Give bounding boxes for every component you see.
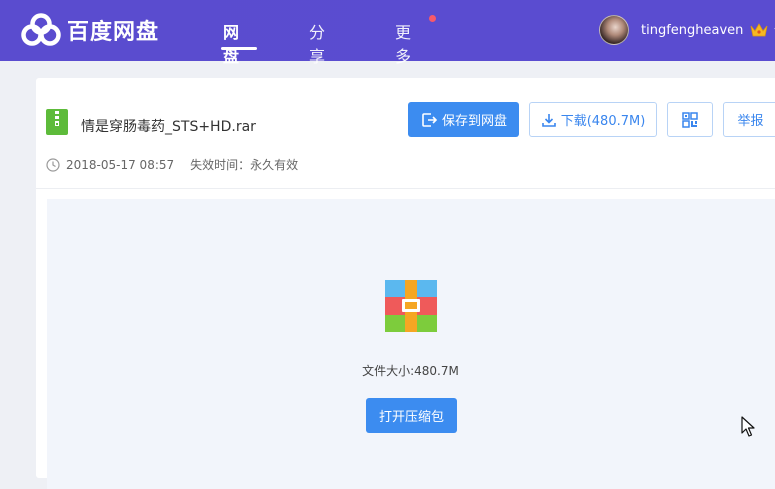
username[interactable]: tingfengheaven xyxy=(641,23,743,38)
clock-icon xyxy=(46,157,60,172)
save-to-netdisk-button[interactable]: 保存到网盘 xyxy=(408,102,519,137)
cloud-logo-icon xyxy=(21,13,61,46)
share-file-card: 情是穿肠毒药_STS+HD.rar 2018-05-17 08:57 失效时间：… xyxy=(36,78,775,489)
active-nav-indicator xyxy=(221,47,257,50)
download-button-label: 下载(480.7M) xyxy=(560,114,646,129)
nav-item-more[interactable]: 更多 xyxy=(395,19,411,67)
divider xyxy=(36,188,775,189)
mouse-cursor-icon xyxy=(741,416,755,437)
zip-file-icon xyxy=(46,109,68,135)
file-name: 情是穿肠毒药_STS+HD.rar xyxy=(81,119,256,135)
download-button[interactable]: 下载(480.7M) xyxy=(529,102,657,137)
qr-code-button[interactable] xyxy=(667,102,713,137)
qr-code-icon xyxy=(682,111,698,128)
report-button-label: 举报 xyxy=(737,114,764,129)
expire-time: 失效时间：永久有效 xyxy=(190,158,299,172)
avatar[interactable] xyxy=(599,15,629,45)
save-button-label: 保存到网盘 xyxy=(441,114,507,129)
save-icon xyxy=(422,112,438,127)
top-navigation-bar: 百度网盘 网盘 分享 更多 tingfengheaven xyxy=(0,0,775,66)
download-icon xyxy=(541,113,556,127)
nav-item-netdisk[interactable]: 网盘 xyxy=(223,19,239,67)
logo-text: 百度网盘 xyxy=(67,20,160,45)
archive-package-icon xyxy=(385,280,437,332)
open-archive-button[interactable]: 打开压缩包 xyxy=(366,398,457,433)
vip-crown-icon xyxy=(751,23,768,37)
file-preview-area: 文件大小:480.7M 打开压缩包 xyxy=(47,199,775,489)
report-button[interactable]: 举报 xyxy=(723,102,775,137)
nav-item-share[interactable]: 分享 xyxy=(309,19,325,67)
notification-dot xyxy=(429,15,436,22)
user-menu[interactable]: tingfengheaven xyxy=(599,14,775,46)
baidu-netdisk-logo[interactable]: 百度网盘 xyxy=(20,13,159,47)
file-size: 文件大小:480.7M xyxy=(362,364,459,378)
file-meta: 2018-05-17 08:57 失效时间：永久有效 xyxy=(46,156,298,173)
share-date: 2018-05-17 08:57 xyxy=(66,157,175,172)
